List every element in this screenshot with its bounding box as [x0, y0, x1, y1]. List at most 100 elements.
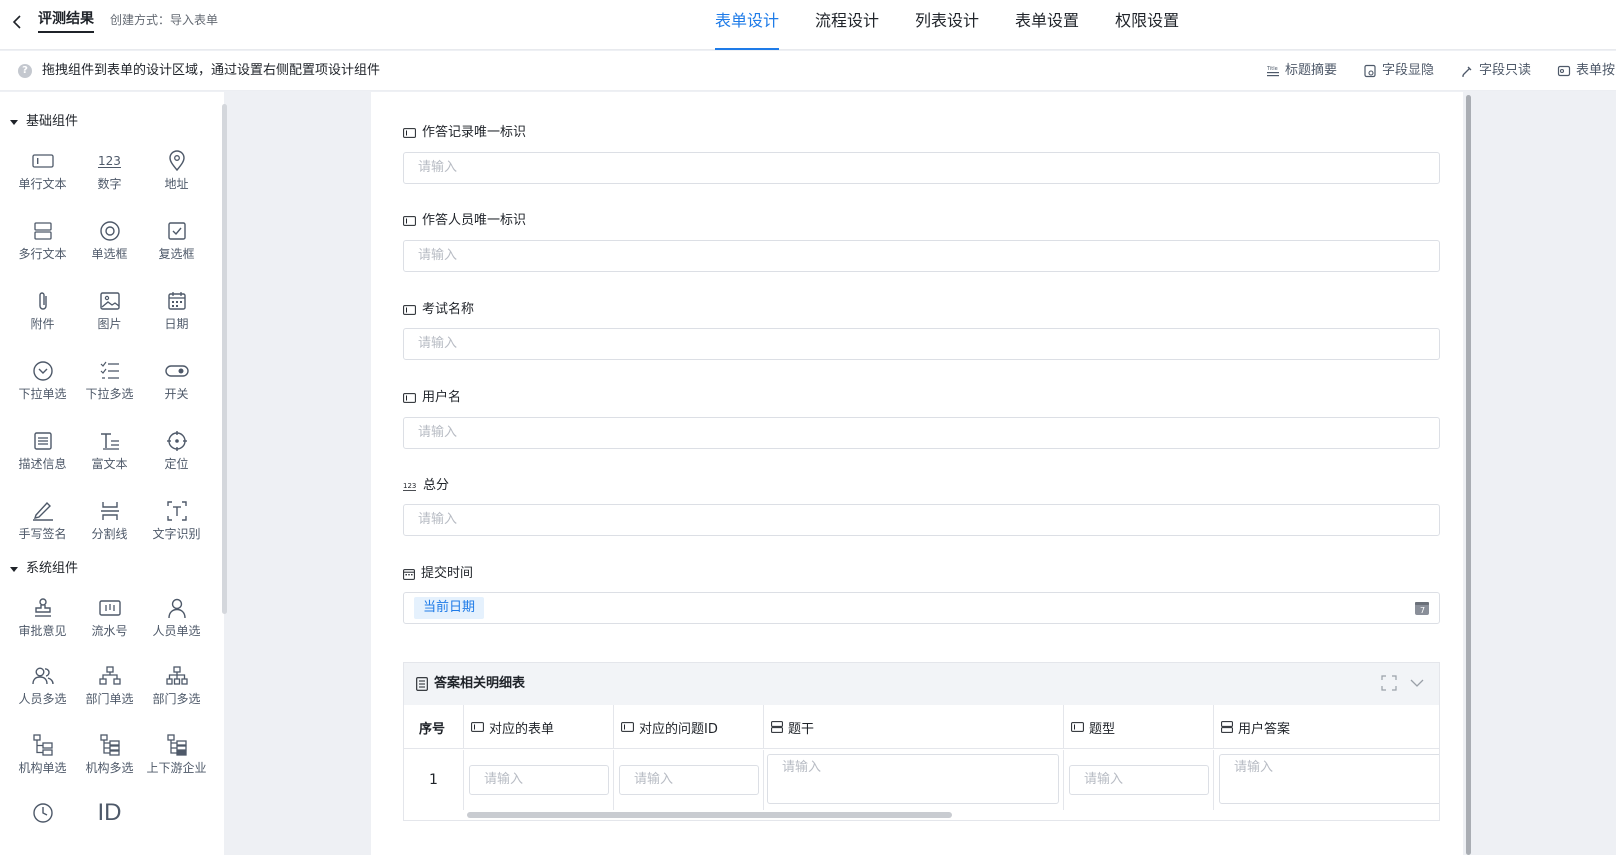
tab-permission-settings[interactable]: 权限设置	[1115, 0, 1179, 50]
column-header: 题型	[1064, 705, 1214, 749]
component-rich-text[interactable]: 富文本	[76, 428, 143, 488]
text-input[interactable]: 请输入	[403, 152, 1440, 184]
component-location[interactable]: 定位	[143, 428, 210, 488]
row-index: 1	[404, 750, 464, 810]
component-approval-opinion[interactable]: 审批意见	[9, 595, 76, 655]
component-address[interactable]: 地址	[143, 148, 210, 208]
tab-form-design[interactable]: 表单设计	[715, 0, 780, 50]
svg-text:Title: Title	[1266, 66, 1278, 72]
component-upstream-downstream[interactable]: 上下游企业	[143, 732, 210, 792]
component-single-line-text[interactable]: 单行文本	[9, 148, 76, 208]
multi-line-text-icon	[33, 222, 52, 240]
back-button[interactable]	[8, 12, 28, 32]
form-button-settings[interactable]: 表单按	[1557, 62, 1615, 80]
cell-input[interactable]: 请输入	[1069, 765, 1209, 795]
component-org-multi[interactable]: 机构多选	[76, 732, 143, 792]
tab-flow-design[interactable]: 流程设计	[815, 0, 879, 50]
clock-icon	[32, 803, 53, 823]
users-icon	[31, 667, 54, 685]
number-input[interactable]: 请输入	[403, 504, 1440, 536]
user-icon	[167, 598, 186, 619]
divider-icon	[100, 502, 119, 520]
component-label: 流水号	[91, 624, 128, 638]
tab-list-design[interactable]: 列表设计	[915, 0, 979, 50]
calendar-icon	[167, 292, 186, 310]
component-description[interactable]: 描述信息	[9, 428, 76, 488]
component-attachment[interactable]: 附件	[9, 288, 76, 348]
component-label: 审批意见	[18, 624, 67, 638]
question-icon: ?	[18, 64, 32, 78]
title-summary-button[interactable]: Title 标题摘要	[1266, 62, 1337, 80]
component-serial-number[interactable]: 流水号	[76, 595, 143, 655]
org-single-icon	[98, 666, 121, 685]
tab-form-settings[interactable]: 表单设置	[1015, 0, 1079, 50]
field-label: 作答记录唯一标识	[403, 124, 526, 142]
component-label: 人员多选	[18, 692, 67, 706]
checkbox-icon	[167, 222, 186, 240]
component-label: 图片	[97, 317, 122, 331]
component-ocr[interactable]: 文字识别	[143, 498, 210, 558]
sidebar-scrollbar[interactable]	[222, 104, 227, 614]
component-checkbox[interactable]: 复选框	[143, 218, 210, 278]
component-label: 机构多选	[85, 761, 134, 775]
title-summary-icon: Title	[1266, 66, 1279, 77]
component-divider[interactable]: 分割线	[76, 498, 143, 558]
fullscreen-button[interactable]	[1381, 675, 1397, 691]
stamp-icon	[34, 598, 51, 617]
component-signature[interactable]: 手写签名	[9, 498, 76, 558]
text-input[interactable]: 请输入	[403, 417, 1440, 449]
multi-line-text-icon	[1221, 721, 1233, 733]
field-readonly-button[interactable]: 字段只读	[1460, 62, 1531, 80]
component-number[interactable]: 123 数字	[76, 148, 143, 208]
component-switch[interactable]: 开关	[143, 358, 210, 418]
column-header-index: 序号	[404, 705, 464, 749]
app-title: 评测结果	[38, 10, 94, 33]
component-label: 机构单选	[18, 761, 67, 775]
component-label: 手写签名	[18, 527, 67, 541]
collapse-button[interactable]	[1409, 675, 1425, 691]
component-id[interactable]: ID	[76, 799, 143, 855]
component-radio[interactable]: 单选框	[76, 218, 143, 278]
system-components-title: 系统组件	[26, 561, 79, 576]
form-button-icon	[1557, 65, 1571, 77]
component-dropdown-multi[interactable]: 下拉多选	[76, 358, 143, 418]
chevron-down-icon	[1410, 679, 1424, 687]
location-pin-icon	[168, 150, 185, 172]
org-multi-icon	[165, 666, 188, 685]
canvas-scrollbar[interactable]	[1466, 95, 1471, 855]
svg-text:123: 123	[98, 154, 121, 168]
component-time[interactable]	[9, 800, 76, 855]
svg-text:123: 123	[403, 482, 416, 490]
component-label: 描述信息	[18, 457, 67, 471]
component-dept-multi[interactable]: 部门多选	[143, 663, 210, 723]
cell-input[interactable]: 请输入	[469, 765, 609, 795]
component-user-multi[interactable]: 人员多选	[9, 663, 76, 723]
component-image[interactable]: 图片	[76, 288, 143, 348]
table-cell: 请输入	[764, 750, 1064, 810]
column-header: 对应的表单	[464, 705, 614, 749]
component-dept-single[interactable]: 部门单选	[76, 663, 143, 723]
component-org-single[interactable]: 机构单选	[9, 732, 76, 792]
cell-textarea[interactable]: 请输入	[767, 754, 1059, 804]
text-input[interactable]: 请输入	[403, 240, 1440, 272]
component-date[interactable]: 日期	[143, 288, 210, 348]
basic-components-header[interactable]: 基础组件	[10, 113, 78, 131]
form-button-label: 表单按	[1576, 63, 1616, 78]
component-label: 开关	[164, 387, 189, 401]
component-multi-line-text[interactable]: 多行文本	[9, 218, 76, 278]
date-input[interactable]: 当前日期 7	[403, 592, 1440, 624]
component-label: 部门多选	[152, 692, 201, 706]
single-line-text-icon	[1071, 722, 1084, 732]
component-user-single[interactable]: 人员单选	[143, 595, 210, 655]
single-line-text-icon	[31, 154, 54, 168]
current-date-tag: 当前日期	[414, 597, 485, 619]
field-visibility-button[interactable]: 字段显隐	[1363, 62, 1434, 80]
system-components-header[interactable]: 系统组件	[10, 560, 78, 578]
crosshair-icon	[166, 431, 187, 451]
design-tabs: 表单设计 流程设计 列表设计 表单设置 权限设置	[715, 0, 1215, 50]
component-dropdown-single[interactable]: 下拉单选	[9, 358, 76, 418]
cell-input[interactable]: 请输入	[619, 765, 759, 795]
text-input[interactable]: 请输入	[403, 328, 1440, 360]
subtable-horizontal-scrollbar[interactable]	[467, 812, 952, 818]
cell-textarea[interactable]: 请输入	[1219, 754, 1439, 804]
